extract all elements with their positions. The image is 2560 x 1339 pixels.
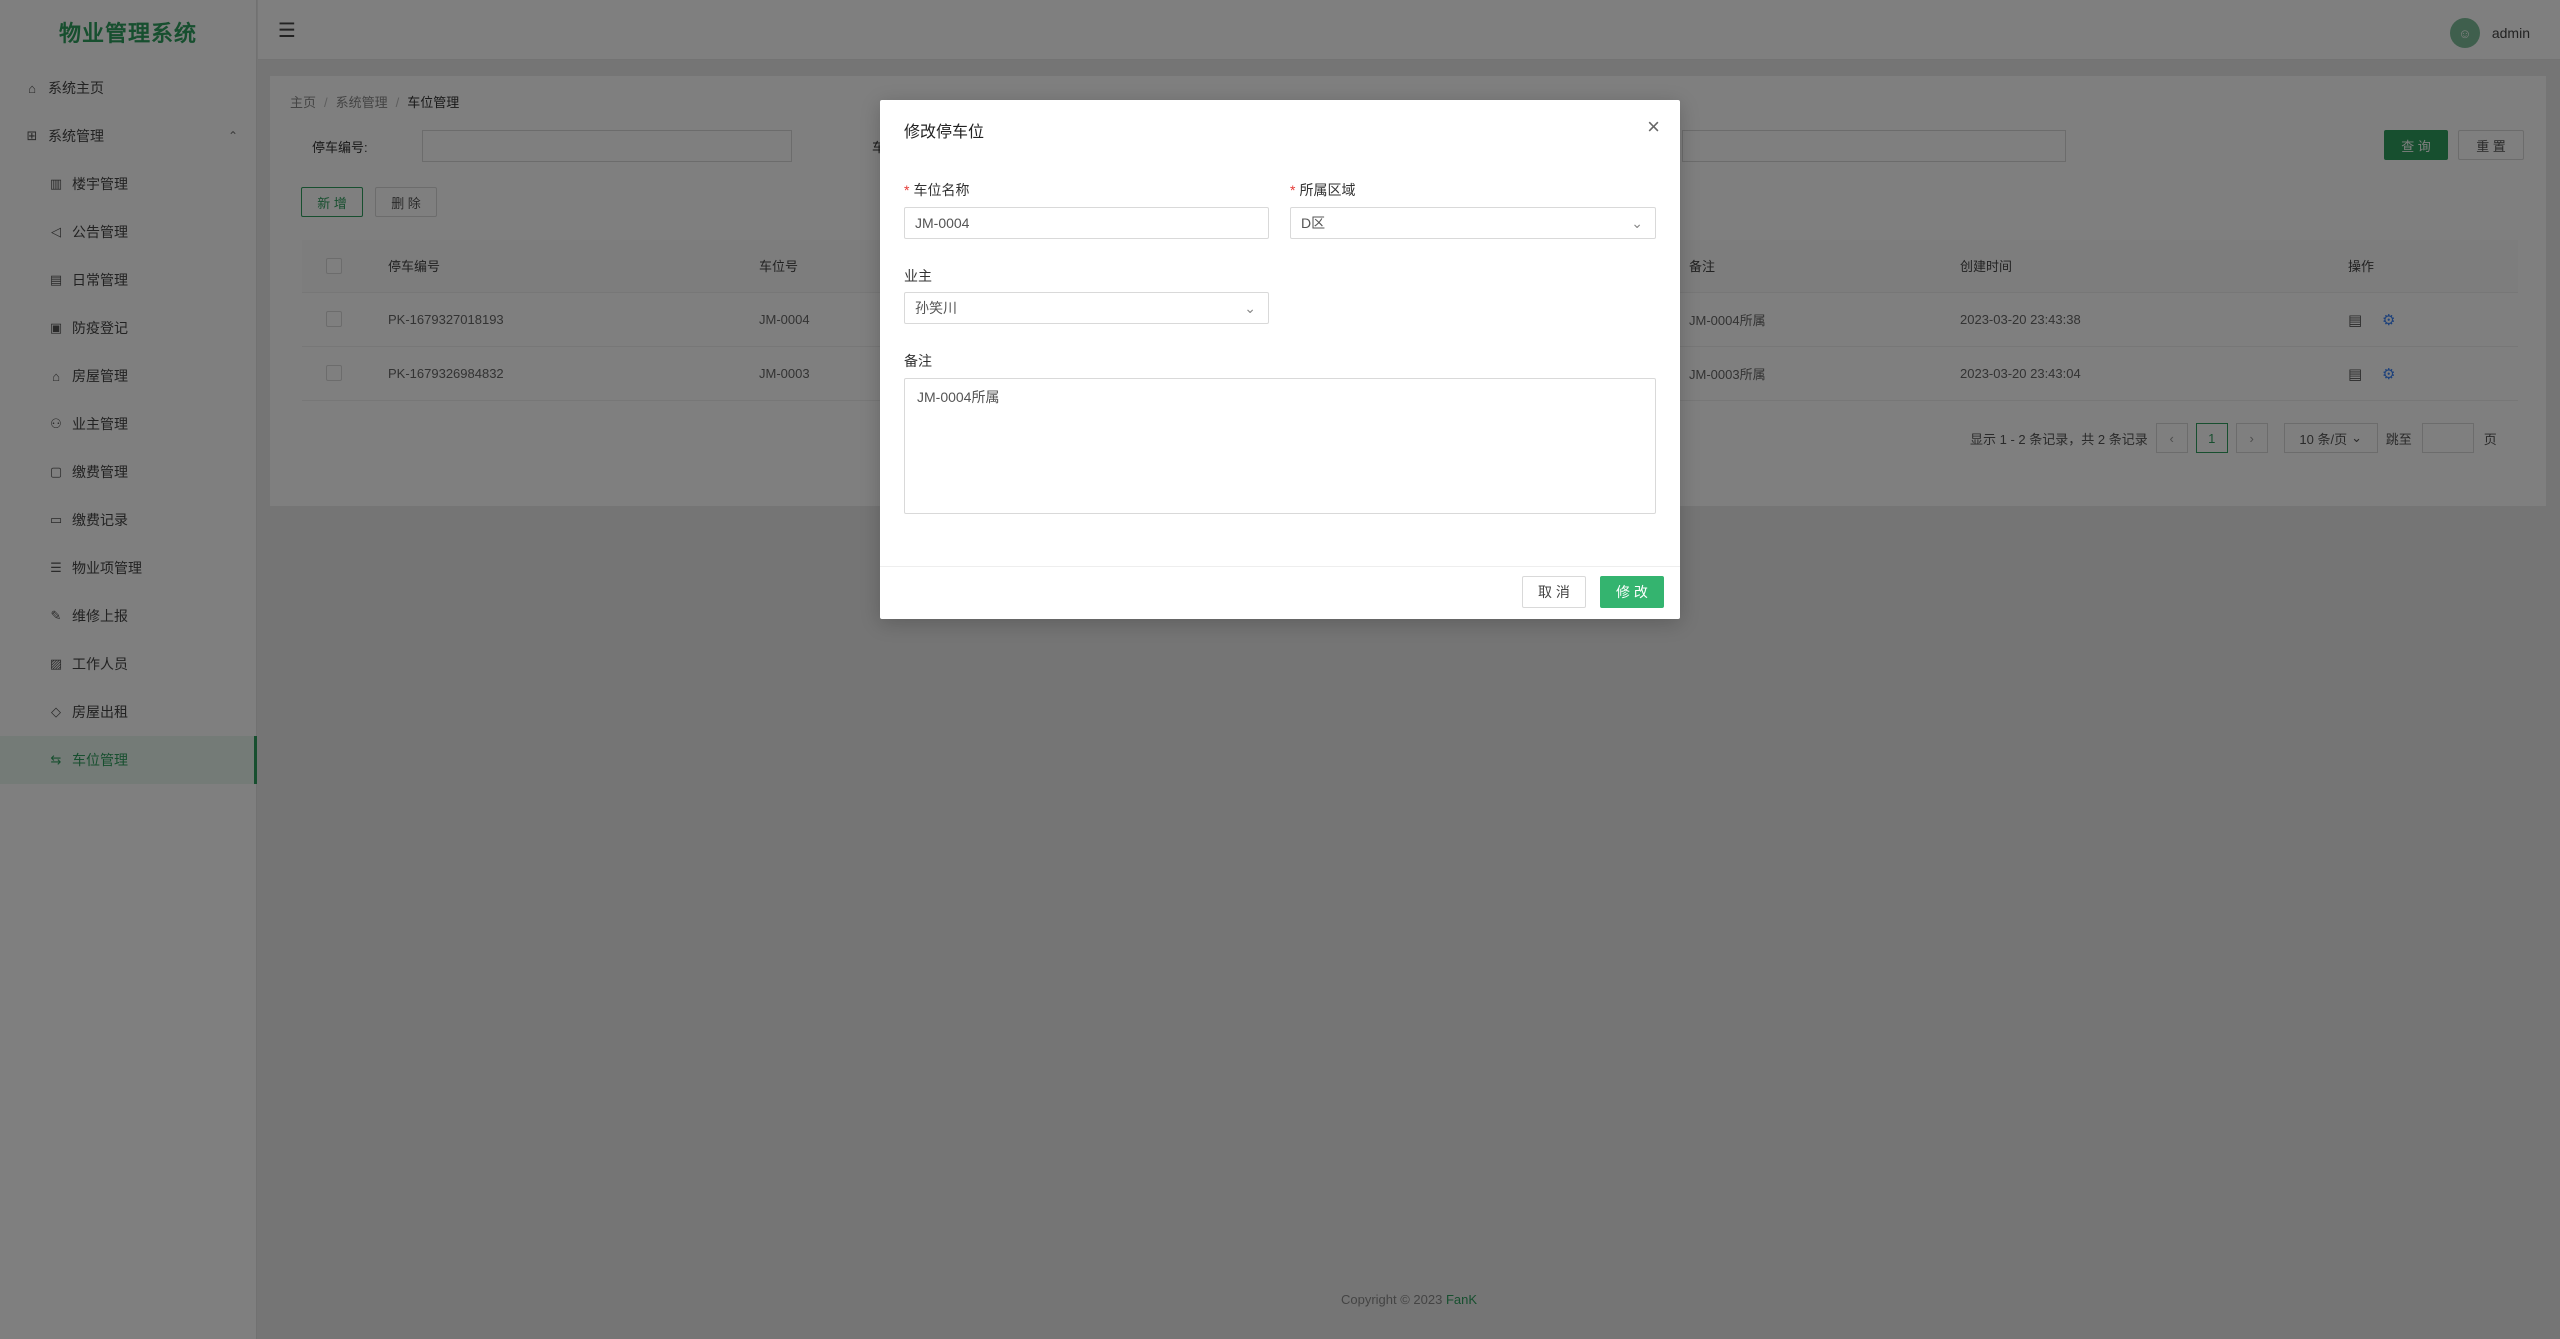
cancel-button[interactable]: 取 消: [1522, 576, 1586, 608]
close-icon[interactable]: ×: [1647, 114, 1660, 140]
owner-label: 业主: [904, 268, 932, 284]
required-mark: *: [904, 182, 910, 198]
space-name-value: JM-0004: [915, 215, 970, 231]
modal-title: 修改停车位: [904, 124, 985, 141]
area-select[interactable]: D区 ⌄: [1290, 207, 1656, 239]
area-label-text: 所属区域: [1299, 182, 1356, 198]
modal-footer-divider: [880, 566, 1680, 567]
remark-label: 备注: [904, 353, 932, 369]
space-name-label: * 车位名称: [904, 180, 969, 200]
submit-button[interactable]: 修 改: [1600, 576, 1664, 608]
edit-parking-modal: 修改停车位 × * 车位名称 JM-0004 * 所属区域 D区 ⌄ 业主 孙笑川 ⌄ …: [880, 100, 1680, 619]
owner-select[interactable]: 孙笑川 ⌄: [904, 292, 1269, 324]
remark-textarea[interactable]: JM-0004所属: [904, 378, 1656, 514]
chevron-down-icon: ⌄: [1631, 215, 1643, 231]
area-value: D区: [1301, 215, 1326, 231]
chevron-down-icon: ⌄: [1244, 300, 1256, 316]
owner-value: 孙笑川: [915, 300, 957, 316]
required-mark: *: [1290, 182, 1296, 198]
space-name-label-text: 车位名称: [913, 182, 970, 198]
space-name-input[interactable]: JM-0004: [904, 207, 1269, 239]
area-label: * 所属区域: [1290, 180, 1355, 200]
